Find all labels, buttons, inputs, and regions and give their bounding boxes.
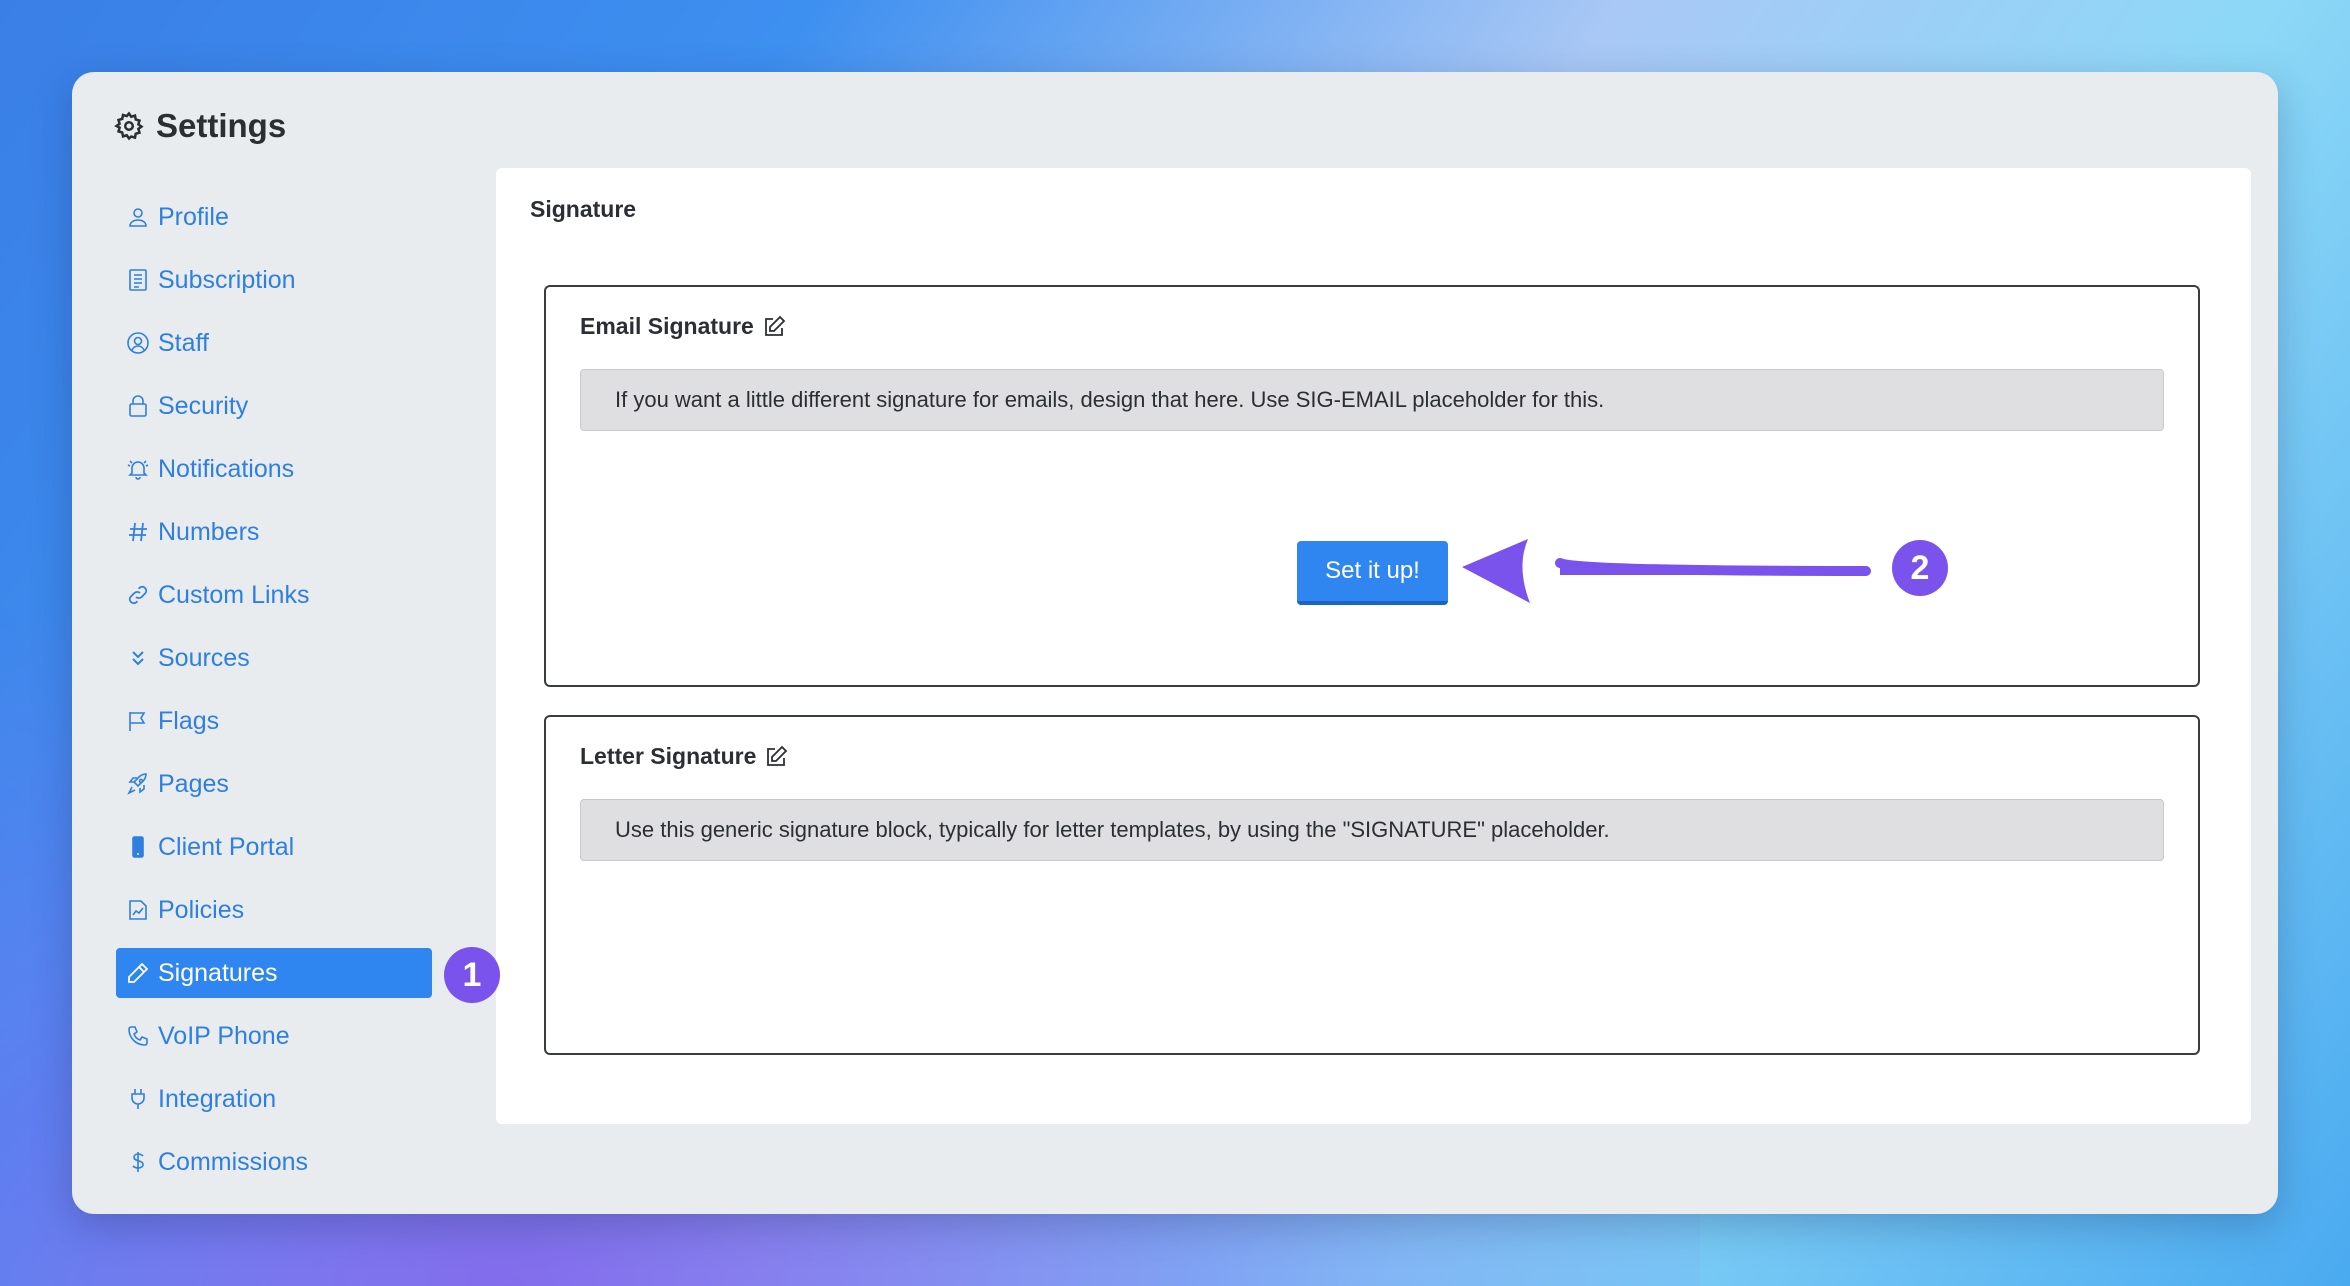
- email-signature-title: Email Signature: [580, 313, 786, 340]
- email-signature-title-text: Email Signature: [580, 313, 754, 339]
- letter-signature-card: Letter Signature Use this generic signat…: [544, 715, 2200, 1055]
- step-1-badge: 1: [444, 947, 500, 1003]
- settings-window: Settings Profile Subscription Staff Secu…: [72, 72, 2278, 1214]
- chevrons-down-icon: [132, 651, 144, 666]
- sidebar-item-label: Client Portal: [158, 832, 295, 861]
- sidebar-item-voip-phone[interactable]: VoIP Phone: [116, 1011, 436, 1061]
- window-title: Settings: [114, 90, 286, 162]
- bell-icon: [127, 460, 149, 480]
- hash-icon: [129, 522, 147, 542]
- user-circle-icon: [127, 332, 149, 354]
- sidebar-item-notifications[interactable]: Notifications: [116, 444, 436, 494]
- receipt-icon: [129, 269, 147, 291]
- dollar-icon: [132, 1152, 144, 1172]
- annotation-arrow-icon: [1462, 539, 1871, 603]
- sidebar-item-integration[interactable]: Integration: [116, 1074, 436, 1124]
- link-icon: [128, 585, 148, 605]
- sidebar-item-profile[interactable]: Profile: [116, 192, 436, 242]
- sidebar-item-label: Signatures: [158, 958, 278, 987]
- sidebar-item-sources[interactable]: Sources: [116, 633, 436, 683]
- telephone-icon: [128, 1026, 148, 1046]
- letter-signature-title: Letter Signature: [580, 743, 788, 770]
- sidebar-item-numbers[interactable]: Numbers: [116, 507, 436, 557]
- gear-icon: [114, 111, 144, 141]
- email-signature-info: If you want a little different signature…: [580, 369, 2164, 431]
- window-title-text: Settings: [156, 107, 287, 144]
- sidebar-item-label: Pages: [158, 769, 229, 798]
- lock-icon: [129, 395, 147, 417]
- sidebar-item-label: Notifications: [158, 454, 295, 483]
- edit-icon[interactable]: [764, 745, 788, 769]
- letter-signature-title-text: Letter Signature: [580, 743, 757, 769]
- sidebar-item-flags[interactable]: Flags: [116, 696, 436, 746]
- rocket-icon: [127, 773, 147, 795]
- sidebar-item-staff[interactable]: Staff: [116, 318, 436, 368]
- user-icon: [129, 208, 147, 227]
- sidebar-item-label: Flags: [158, 706, 220, 735]
- sidebar-item-label: Commissions: [158, 1147, 309, 1176]
- plug-icon: [131, 1089, 145, 1109]
- sidebar-item-label: Numbers: [158, 517, 260, 546]
- sidebar-item-label: Staff: [158, 328, 209, 357]
- sidebar-item-custom-links[interactable]: Custom Links: [116, 570, 436, 620]
- letter-signature-info: Use this generic signature block, typica…: [580, 799, 2164, 861]
- flag-icon: [129, 712, 146, 731]
- panel-title: Signature: [530, 196, 637, 222]
- sidebar-item-label: Subscription: [158, 265, 296, 294]
- sidebar-item-client-portal[interactable]: Client Portal: [116, 822, 436, 872]
- document-chart-icon: [129, 900, 147, 920]
- sidebar-item-label: Custom Links: [158, 580, 310, 609]
- sidebar-item-security[interactable]: Security: [116, 381, 436, 431]
- settings-sidebar: Profile Subscription Staff Security Noti…: [116, 192, 436, 1200]
- sidebar-item-commissions[interactable]: Commissions: [116, 1137, 436, 1187]
- sidebar-item-policies[interactable]: Policies: [116, 885, 436, 935]
- pencil-icon: [128, 962, 149, 983]
- step-2-badge: 2: [1892, 540, 1948, 596]
- sidebar-item-label: Policies: [158, 895, 245, 924]
- sidebar-item-pages[interactable]: Pages: [116, 759, 436, 809]
- sidebar-item-label: Profile: [158, 202, 229, 231]
- sidebar-item-label: VoIP Phone: [158, 1021, 290, 1050]
- email-signature-card: Email Signature If you want a little dif…: [544, 285, 2200, 687]
- edit-icon[interactable]: [762, 315, 786, 339]
- set-it-up-button[interactable]: Set it up!: [1297, 541, 1448, 605]
- signature-panel: Signature Email Signature If you want a …: [496, 168, 2251, 1124]
- sidebar-item-label: Security: [158, 391, 249, 420]
- sidebar-item-label: Integration: [158, 1084, 277, 1113]
- sidebar-item-subscription[interactable]: Subscription: [116, 255, 436, 305]
- sidebar-item-signatures[interactable]: Signatures: [116, 948, 432, 998]
- phone-device-icon: [132, 836, 144, 858]
- sidebar-item-label: Sources: [158, 643, 250, 672]
